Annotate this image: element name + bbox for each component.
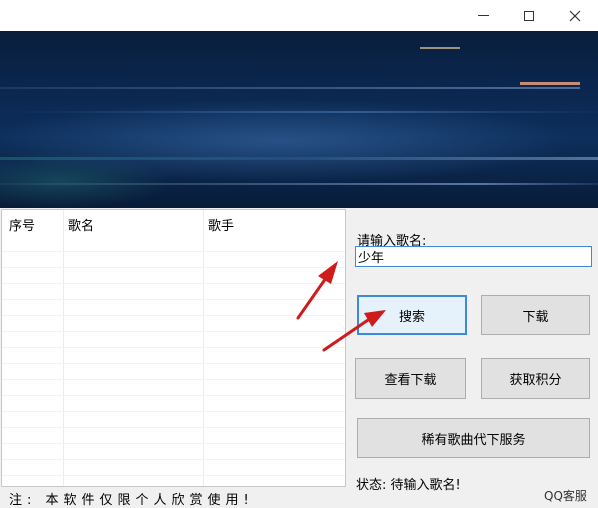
results-list[interactable]: 序号 歌名 歌手: [1, 209, 346, 487]
results-header: 序号 歌名 歌手: [2, 210, 345, 236]
search-button[interactable]: 搜索: [357, 295, 467, 335]
banner-image: [0, 31, 598, 208]
results-rows: [2, 236, 345, 486]
status-text: 状态: 待输入歌名!: [356, 478, 461, 493]
column-header-index[interactable]: 序号: [9, 215, 35, 234]
song-name-input[interactable]: [355, 246, 592, 267]
maximize-icon: [524, 10, 534, 21]
column-header-song[interactable]: 歌名: [68, 215, 94, 234]
table-row: [2, 476, 345, 486]
table-row: [2, 364, 345, 380]
table-row: [2, 396, 345, 412]
table-row: [2, 444, 345, 460]
usage-note: 注: 本软件仅限个人欣赏使用!: [9, 493, 254, 508]
view-downloads-button[interactable]: 查看下载: [355, 358, 466, 399]
table-row: [2, 460, 345, 476]
table-row: [2, 236, 345, 252]
minimize-icon: [477, 15, 489, 16]
banner-streak: [420, 47, 460, 49]
rare-song-service-button[interactable]: 稀有歌曲代下服务: [357, 418, 590, 458]
table-row: [2, 300, 345, 316]
table-row: [2, 252, 345, 268]
table-row: [2, 332, 345, 348]
table-row: [2, 284, 345, 300]
banner-streak: [0, 183, 598, 185]
banner-streak: [0, 157, 598, 160]
table-row: [2, 412, 345, 428]
banner-streak: [0, 87, 580, 89]
banner-streak: [0, 111, 598, 113]
table-row: [2, 316, 345, 332]
table-row: [2, 380, 345, 396]
minimize-button[interactable]: [460, 0, 506, 31]
download-button[interactable]: 下载: [481, 295, 590, 335]
maximize-button[interactable]: [506, 0, 552, 31]
qq-support-link[interactable]: QQ客服: [544, 487, 587, 504]
table-row: [2, 348, 345, 364]
close-icon: [569, 10, 581, 21]
get-points-button[interactable]: 获取积分: [481, 358, 590, 399]
banner-streak: [520, 82, 580, 85]
close-button[interactable]: [552, 0, 598, 31]
table-row: [2, 268, 345, 284]
column-header-artist[interactable]: 歌手: [208, 215, 234, 234]
title-bar: [0, 0, 598, 31]
table-row: [2, 428, 345, 444]
